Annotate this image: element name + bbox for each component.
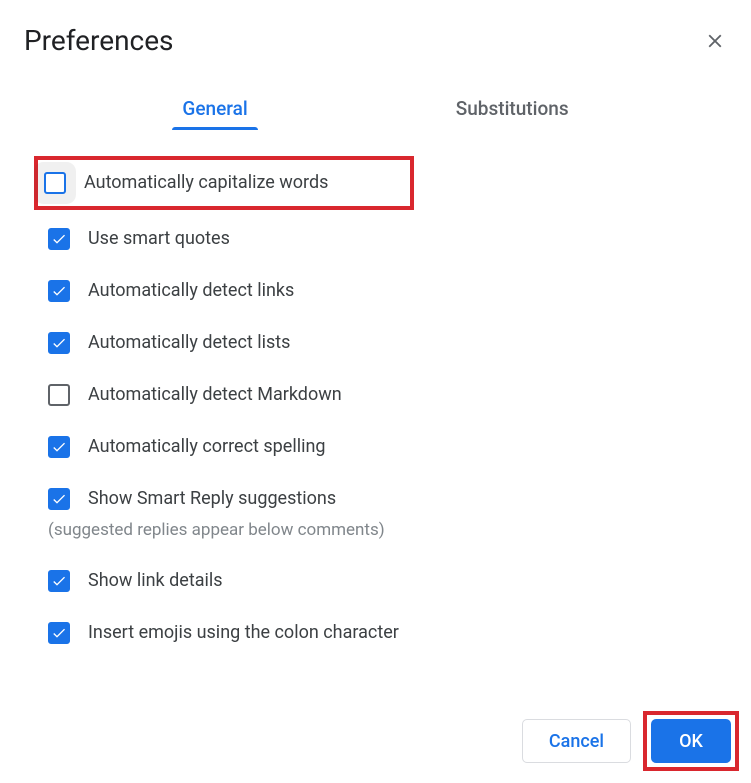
option-smart-quotes: Use smart quotes <box>48 228 703 250</box>
option-detect-lists: Automatically detect lists <box>48 332 703 354</box>
checkbox-auto-capitalize[interactable] <box>44 172 66 194</box>
option-label: Automatically correct spelling <box>88 436 326 458</box>
option-label: Show link details <box>88 570 223 592</box>
checkbox-emoji-colon[interactable] <box>48 622 70 644</box>
dialog-footer: Cancel OK <box>522 711 739 771</box>
cancel-button[interactable]: Cancel <box>522 719 631 763</box>
option-label: Insert emojis using the colon character <box>88 622 399 644</box>
ok-button[interactable]: OK <box>651 719 731 763</box>
ok-button-highlight: OK <box>643 711 739 771</box>
dialog-title: Preferences <box>24 24 174 57</box>
tabs: General Substitutions <box>24 87 727 130</box>
tab-substitutions[interactable]: Substitutions <box>452 87 573 130</box>
option-auto-capitalize: Automatically capitalize words <box>34 156 414 210</box>
checkbox-link-details[interactable] <box>48 570 70 592</box>
option-label: Automatically detect links <box>88 280 294 302</box>
close-icon[interactable] <box>703 29 727 53</box>
option-emoji-colon: Insert emojis using the colon character <box>48 622 703 644</box>
option-label: Show Smart Reply suggestions <box>88 488 385 510</box>
option-smart-reply: Show Smart Reply suggestions (suggested … <box>48 488 703 540</box>
option-label: Automatically detect Markdown <box>88 384 342 406</box>
tab-general[interactable]: General <box>178 87 251 130</box>
option-correct-spelling: Automatically correct spelling <box>48 436 703 458</box>
checkbox-detect-markdown[interactable] <box>48 384 70 406</box>
dialog-header: Preferences <box>24 24 727 57</box>
option-label: Automatically detect lists <box>88 332 290 354</box>
checkbox-detect-lists[interactable] <box>48 332 70 354</box>
preferences-dialog: Preferences General Substitutions Automa… <box>0 0 751 644</box>
option-label: Automatically capitalize words <box>84 172 328 194</box>
checkbox-smart-reply[interactable] <box>48 488 70 510</box>
option-label: Use smart quotes <box>88 228 230 250</box>
option-detect-markdown: Automatically detect Markdown <box>48 384 703 406</box>
checkbox-smart-quotes[interactable] <box>48 228 70 250</box>
option-sublabel: (suggested replies appear below comments… <box>48 520 385 540</box>
options-list: Automatically capitalize words Use smart… <box>24 150 727 644</box>
option-detect-links: Automatically detect links <box>48 280 703 302</box>
checkbox-detect-links[interactable] <box>48 280 70 302</box>
option-link-details: Show link details <box>48 570 703 592</box>
checkbox-correct-spelling[interactable] <box>48 436 70 458</box>
